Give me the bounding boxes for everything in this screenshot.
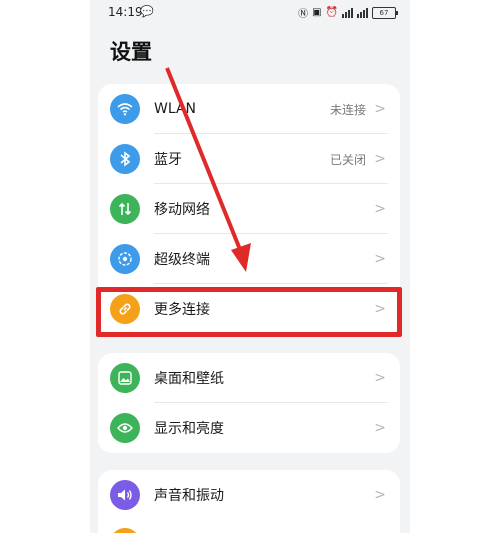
bluetooth-icon	[110, 144, 140, 174]
settings-item-label: WLAN	[154, 101, 197, 117]
nfc-icon: Ⓝ	[298, 9, 309, 20]
settings-item-bluetooth[interactable]: 蓝牙 已关闭 >	[98, 134, 400, 184]
chevron-right-icon: >	[374, 101, 386, 117]
signal-icon	[357, 7, 368, 18]
status-icons: Ⓝ ▣ ⏰ 67	[298, 5, 398, 20]
settings-item-value: 已关闭	[329, 152, 366, 167]
settings-item-wallpaper[interactable]: 桌面和壁纸 >	[98, 353, 400, 403]
sound-icon	[110, 480, 140, 510]
page-title: 设置	[110, 40, 152, 64]
signal-icon	[342, 7, 353, 18]
settings-item-label: 移动网络	[154, 202, 210, 218]
settings-item-label: 超级终端	[154, 252, 210, 268]
chevron-right-icon: >	[374, 251, 386, 267]
mobile-data-icon	[110, 194, 140, 224]
settings-screen: 14:19 💬 Ⓝ ▣ ⏰ 67 设置 WLAN 未连接 > 蓝牙 已关闭 > …	[90, 0, 410, 533]
chevron-right-icon: >	[374, 487, 386, 503]
settings-item-label: 声音和振动	[154, 488, 224, 504]
settings-item-wlan[interactable]: WLAN 未连接 >	[98, 84, 400, 134]
status-time: 14:19	[108, 5, 143, 19]
settings-item-sound[interactable]: 声音和振动 >	[98, 470, 400, 520]
eye-icon	[110, 413, 140, 443]
sound-card: 声音和振动 >	[98, 470, 400, 533]
message-icon: 💬	[140, 5, 154, 18]
settings-item-super-device[interactable]: 超级终端 >	[98, 234, 400, 284]
alarm-icon: ⏰	[325, 7, 338, 18]
settings-item-mobile-network[interactable]: 移动网络 >	[98, 184, 400, 234]
battery-icon: 67	[372, 6, 398, 19]
wallpaper-icon	[110, 363, 140, 393]
chevron-right-icon: >	[374, 201, 386, 217]
settings-item-label: 桌面和壁纸	[154, 371, 224, 387]
partial-item-icon	[110, 528, 140, 533]
display-card: 桌面和壁纸 > 显示和亮度 >	[98, 353, 400, 453]
super-device-icon	[110, 244, 140, 274]
chevron-right-icon: >	[374, 420, 386, 436]
chevron-right-icon: >	[374, 151, 386, 167]
vibrate-icon: ▣	[312, 7, 322, 18]
settings-item-label: 蓝牙	[154, 152, 182, 168]
status-bar: 14:19 💬 Ⓝ ▣ ⏰ 67	[90, 0, 410, 26]
settings-item-label: 显示和亮度	[154, 421, 224, 437]
wifi-icon	[110, 94, 140, 124]
settings-item-value: 未连接	[329, 102, 366, 117]
settings-item-display[interactable]: 显示和亮度 >	[98, 403, 400, 453]
highlight-box	[96, 287, 402, 337]
chevron-right-icon: >	[374, 370, 386, 386]
